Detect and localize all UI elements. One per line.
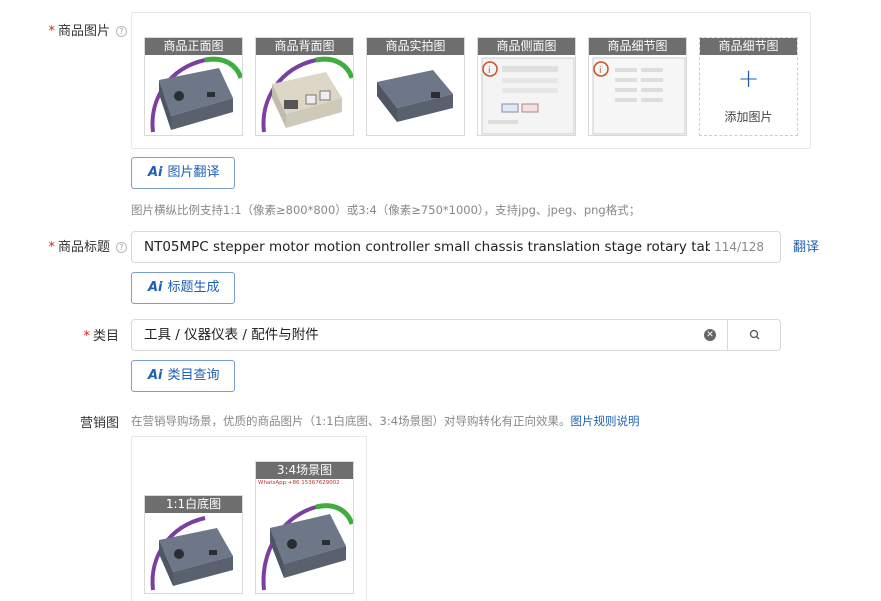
ai-icon: Ai (148, 280, 163, 295)
char-count: 114/128 (714, 240, 764, 254)
image-rules-link[interactable]: 图片规则说明 (571, 414, 640, 428)
thumb-caption: 商品背面图 (256, 38, 353, 55)
title-generate-button[interactable]: Ai 标题生成 (131, 272, 235, 304)
thumb-caption: 3:4场景图 (256, 462, 353, 479)
add-image-slot[interactable]: 商品细节图 + 添加图片 (699, 37, 798, 136)
translate-link[interactable]: 翻译 (793, 236, 819, 255)
marketing-hint: 在营销导购场景，优质的商品图片（1:1白底图、3:4场景图）对导购转化有正向效果… (131, 414, 640, 428)
watermark-text: WhatsApp:+86 15367629002 (258, 480, 340, 486)
add-image-label: 添加图片 (724, 110, 773, 124)
help-icon[interactable]: ? (116, 26, 127, 37)
svg-text:i: i (488, 66, 491, 76)
product-title-label: * 商品标题? (22, 236, 127, 255)
svg-text:i: i (599, 66, 602, 76)
category-label: * 类目 (83, 329, 119, 344)
marketing-images-label: 营销图 (79, 416, 119, 431)
image-format-hint: 图片横纵比例支持1:1（像素≥800*800）或3:4（像素≥750*1000）… (131, 203, 641, 217)
product-image-thumb[interactable]: 商品侧面图 i (477, 37, 576, 136)
product-images-panel: 商品正面图 商品背面图 商品实拍图 商品侧面图 i 商品细节图 i 商品细节图 … (131, 12, 811, 149)
plus-icon: + (737, 64, 760, 94)
thumb-caption: 商品正面图 (145, 38, 242, 55)
category-input[interactable]: 工具 / 仪器仪表 / 配件与附件 ✕ (131, 319, 728, 351)
category-search-button[interactable] (727, 319, 781, 351)
marketing-image-thumb[interactable]: 1:1白底图 (144, 495, 243, 594)
product-images-label: * 商品图片? (22, 20, 127, 39)
ai-icon: Ai (148, 165, 163, 180)
product-image-thumb[interactable]: 商品实拍图 (366, 37, 465, 136)
clear-icon[interactable]: ✕ (704, 329, 716, 341)
image-translate-button[interactable]: Ai 图片翻译 (131, 157, 235, 189)
ai-icon: Ai (148, 368, 163, 383)
product-image-thumb[interactable]: 商品正面图 (144, 37, 243, 136)
thumb-caption: 商品细节图 (700, 38, 797, 55)
thumb-caption: 商品实拍图 (367, 38, 464, 55)
marketing-images-panel: 1:1白底图 3:4场景图 WhatsApp:+86 15367629002 (131, 436, 367, 601)
thumb-caption: 商品细节图 (589, 38, 686, 55)
product-title-input[interactable]: NT05MPC stepper motor motion controller … (131, 231, 781, 263)
thumb-caption: 1:1白底图 (145, 496, 242, 513)
product-image-thumb[interactable]: 商品背面图 (255, 37, 354, 136)
product-image-thumb[interactable]: 商品细节图 i (588, 37, 687, 136)
search-icon (749, 329, 760, 340)
marketing-image-thumb[interactable]: 3:4场景图 WhatsApp:+86 15367629002 (255, 461, 354, 594)
help-icon[interactable]: ? (116, 242, 127, 253)
thumb-caption: 商品侧面图 (478, 38, 575, 55)
category-query-button[interactable]: Ai 类目查询 (131, 360, 235, 392)
